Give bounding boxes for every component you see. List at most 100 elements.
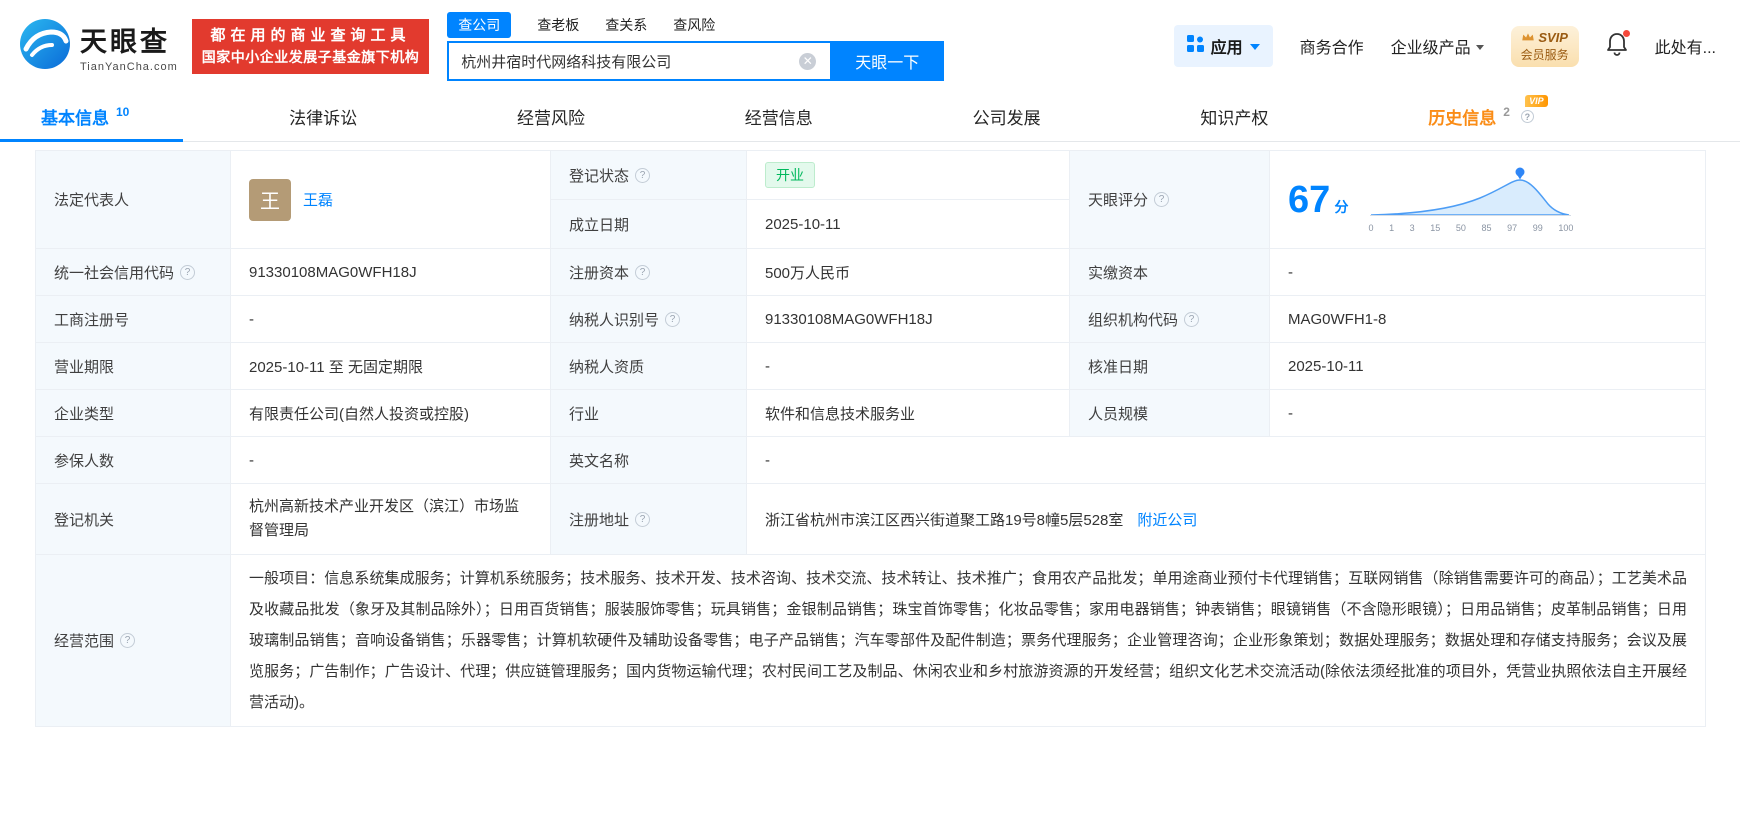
help-icon[interactable]: ? <box>180 265 195 280</box>
company-type-label-cell: 企业类型 <box>36 390 231 437</box>
approval-date-value-cell: 2025-10-11 <box>1270 343 1706 390</box>
tab-history-info-count: 2 <box>1503 105 1510 119</box>
help-icon[interactable]: ? <box>1184 312 1199 327</box>
tab-company-development[interactable]: 公司发展 <box>967 92 1047 141</box>
tab-legal-lawsuits[interactable]: 法律诉讼 <box>283 92 363 141</box>
org-code-value-cell: MAG0WFH1-8 <box>1270 296 1706 343</box>
industry-value-cell: 软件和信息技术服务业 <box>747 390 1070 437</box>
score-value-cell: 67 分 01 315 5085 9799 100 <box>1270 151 1706 249</box>
nearby-companies-link[interactable]: 附近公司 <box>1137 509 1197 530</box>
reg-capital-label-cell: 注册资本 ? <box>551 249 747 296</box>
help-icon[interactable]: ? <box>120 633 135 648</box>
help-icon[interactable]: ? <box>635 265 650 280</box>
tab-business-info[interactable]: 经营信息 <box>739 92 819 141</box>
business-term-label-cell: 营业期限 <box>36 343 231 390</box>
logo-name: 天眼查 <box>80 20 178 59</box>
business-scope-value-cell: 一般项目：信息系统集成服务；计算机系统服务；技术服务、技术开发、技术咨询、技术交… <box>231 555 1706 727</box>
tab-basic-info-label: 基本信息 <box>41 104 109 129</box>
paid-capital-value-cell: - <box>1270 249 1706 296</box>
reg-address-value-cell: 浙江省杭州市滨江区西兴街道聚工路19号8幢5层528室 附近公司 <box>747 484 1706 555</box>
reg-address-label-cell: 注册地址 ? <box>551 484 747 555</box>
help-icon[interactable]: ? <box>665 312 680 327</box>
business-scope-text: 一般项目：信息系统集成服务；计算机系统服务；技术服务、技术开发、技术咨询、技术交… <box>249 559 1687 722</box>
score-label-cell: 天眼评分 ? <box>1070 151 1270 249</box>
paid-capital-label-cell: 实缴资本 <box>1070 249 1270 296</box>
credit-code-label-cell: 统一社会信用代码 ? <box>36 249 231 296</box>
score-chart-ticks: 01 315 5085 9799 100 <box>1368 223 1573 233</box>
header: 天眼查 TianYanCha.com 都在用的商业查询工具 国家中小企业发展子基… <box>0 0 1740 92</box>
reg-number-label-cell: 工商注册号 <box>36 296 231 343</box>
basic-info-table: 法定代表人 王 王磊 登记状态 ? 开业 天眼评分 ? 67 分 <box>35 150 1706 727</box>
search-tab-risk[interactable]: 查风险 <box>673 15 715 35</box>
bell-icon <box>1606 43 1628 60</box>
business-coop-link[interactable]: 商务合作 <box>1300 34 1364 58</box>
establish-date-value-cell: 2025-10-11 <box>747 200 1070 249</box>
status-badge: 开业 <box>765 162 815 188</box>
reg-status-value-cell: 开业 <box>747 151 1070 200</box>
industry-label-cell: 行业 <box>551 390 747 437</box>
logo[interactable]: 天眼查 TianYanCha.com <box>18 17 178 76</box>
insured-count-label-cell: 参保人数 <box>36 437 231 484</box>
search-tabs: 查公司 查老板 查关系 查风险 <box>447 11 944 38</box>
reg-authority-value-cell: 杭州高新技术产业开发区（滨江）市场监督管理局 <box>231 484 551 555</box>
help-icon[interactable]: ? <box>1521 110 1534 123</box>
english-name-value-cell: - <box>747 437 1706 484</box>
help-icon[interactable]: ? <box>635 168 650 183</box>
tab-intellectual-property[interactable]: 知识产权 <box>1194 92 1274 141</box>
help-icon[interactable]: ? <box>1154 192 1169 207</box>
reg-authority-label-cell: 登记机关 <box>36 484 231 555</box>
notification-dot <box>1623 30 1630 37</box>
enterprise-products-label: 企业级产品 <box>1391 34 1471 58</box>
promo-banner-line1: 都在用的商业查询工具 <box>202 25 420 47</box>
header-right: 应用 商务合作 企业级产品 SVIP 会员服务 <box>1174 25 1716 67</box>
promo-banner-line2: 国家中小企业发展子基金旗下机构 <box>202 47 420 68</box>
legal-rep-value-cell: 王 王磊 <box>231 151 551 249</box>
approval-date-label-cell: 核准日期 <box>1070 343 1270 390</box>
legal-rep-name-link[interactable]: 王磊 <box>303 189 333 210</box>
reg-address-text: 浙江省杭州市滨江区西兴街道聚工路19号8幢5层528室 <box>765 509 1123 530</box>
svip-member-label: 会员服务 <box>1521 46 1569 63</box>
chevron-down-icon <box>1250 44 1260 50</box>
section-tabbar: 基本信息 10 法律诉讼 经营风险 经营信息 公司发展 知识产权 VIP 历史信… <box>0 92 1740 142</box>
user-menu[interactable]: 此处有... <box>1655 34 1716 58</box>
legal-rep-avatar[interactable]: 王 <box>249 179 291 221</box>
insured-count-value-cell: - <box>231 437 551 484</box>
tab-basic-info[interactable]: 基本信息 10 <box>35 92 135 141</box>
promo-banner: 都在用的商业查询工具 国家中小企业发展子基金旗下机构 <box>192 19 430 74</box>
apps-label: 应用 <box>1211 34 1243 58</box>
english-name-label-cell: 英文名称 <box>551 437 747 484</box>
notification-bell[interactable] <box>1606 32 1628 61</box>
apps-button[interactable]: 应用 <box>1174 25 1273 67</box>
apps-grid-icon <box>1187 35 1204 57</box>
business-coop-label: 商务合作 <box>1300 34 1364 58</box>
tab-basic-info-count: 10 <box>116 105 129 119</box>
company-type-value-cell: 有限责任公司(自然人投资或控股) <box>231 390 551 437</box>
org-code-label-cell: 组织机构代码 ? <box>1070 296 1270 343</box>
logo-domain: TianYanCha.com <box>80 61 178 73</box>
tab-operation-risk[interactable]: 经营风险 <box>511 92 591 141</box>
search-tab-boss[interactable]: 查老板 <box>537 15 579 35</box>
company-search-input[interactable] <box>447 41 830 81</box>
vip-badge: VIP <box>1525 95 1548 107</box>
crown-icon <box>1521 30 1535 45</box>
tab-history-info[interactable]: VIP 历史信息 2 ? <box>1422 92 1540 141</box>
chevron-down-icon <box>1476 45 1484 50</box>
search-box: ✕ 天眼一下 <box>447 41 944 81</box>
taxpayer-quality-label-cell: 纳税人资质 <box>551 343 747 390</box>
help-icon[interactable]: ? <box>635 512 650 527</box>
search-tab-relation[interactable]: 查关系 <box>605 15 647 35</box>
staff-size-value-cell: - <box>1270 390 1706 437</box>
reg-capital-value-cell: 500万人民币 <box>747 249 1070 296</box>
search-button[interactable]: 天眼一下 <box>830 41 944 81</box>
search-area: 查公司 查老板 查关系 查风险 ✕ 天眼一下 <box>447 11 944 81</box>
user-menu-label: 此处有... <box>1655 34 1716 58</box>
establish-date-label-cell: 成立日期 <box>551 200 747 249</box>
reg-number-value-cell: - <box>231 296 551 343</box>
enterprise-products-link[interactable]: 企业级产品 <box>1391 34 1484 58</box>
tianyancha-logo-icon <box>18 17 72 76</box>
staff-size-label-cell: 人员规模 <box>1070 390 1270 437</box>
svip-member-button[interactable]: SVIP 会员服务 <box>1511 26 1579 67</box>
taxpayer-id-value-cell: 91330108MAG0WFH18J <box>747 296 1070 343</box>
search-tab-company[interactable]: 查公司 <box>447 12 511 38</box>
score-distribution-chart: 01 315 5085 9799 100 <box>1368 166 1573 233</box>
